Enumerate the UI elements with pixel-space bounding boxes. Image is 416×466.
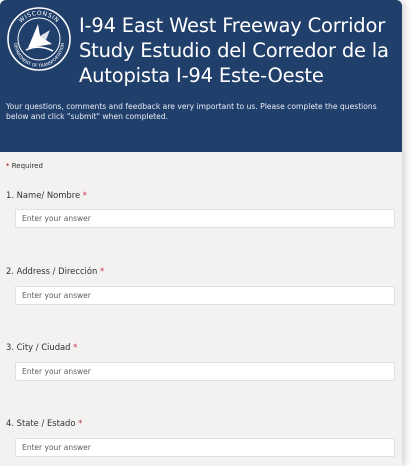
question-state-label: 4. State / Estado * <box>6 418 82 428</box>
required-star: * <box>78 418 83 428</box>
name-input[interactable] <box>15 209 395 228</box>
required-star: * <box>82 190 87 200</box>
page-title: I-94 East West Freeway Corridor Study Es… <box>79 14 389 87</box>
question-label-text: 3. City / Ciudad <box>6 342 71 352</box>
form-header: WISCONSIN DEPARTMENT OF TRANSPORTATION I… <box>0 0 402 152</box>
form-window: WISCONSIN DEPARTMENT OF TRANSPORTATION I… <box>0 0 402 466</box>
required-note: * Required <box>6 162 43 170</box>
required-star: * <box>73 342 78 352</box>
required-star: * <box>99 266 105 276</box>
question-label-text: 4. State / Estado <box>6 418 76 428</box>
city-input[interactable] <box>15 362 395 381</box>
required-note-label: Required <box>11 162 43 170</box>
question-label-text: 2. Address / Dirección <box>6 266 98 276</box>
wisdot-seal-logo: WISCONSIN DEPARTMENT OF TRANSPORTATION <box>7 7 71 71</box>
question-address-label: 2. Address / Dirección * <box>6 266 104 276</box>
question-name-label: 1. Name/ Nombre * <box>6 190 87 200</box>
form-description: Your questions, comments and feedback ar… <box>6 102 377 121</box>
address-input[interactable] <box>15 286 395 305</box>
required-star: * <box>6 162 10 170</box>
question-label-text: 1. Name/ Nombre <box>6 190 81 200</box>
state-input[interactable] <box>15 438 395 457</box>
question-city-label: 3. City / Ciudad * <box>6 342 77 352</box>
